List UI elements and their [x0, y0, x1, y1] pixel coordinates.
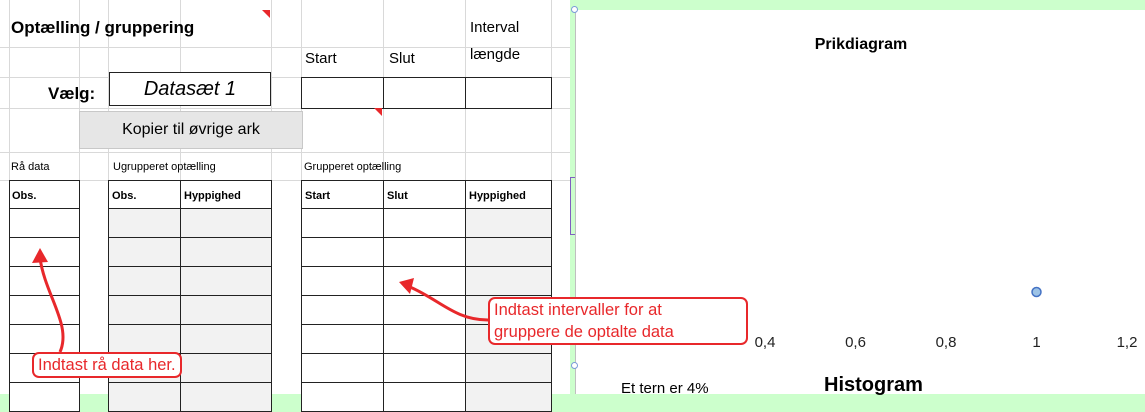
- arrow-head: [399, 278, 414, 294]
- callout-intervals: Indtast intervaller for at gruppere de o…: [488, 297, 748, 345]
- arrow-intervals: [409, 285, 489, 322]
- callout-intervals-line1: Indtast intervaller for at: [494, 301, 662, 319]
- arrow-head: [32, 248, 48, 263]
- arrow-raw-data: [38, 257, 65, 353]
- callout-raw-data: Indtast rå data her.: [32, 352, 182, 378]
- callout-intervals-line2: gruppere de optalte data: [494, 323, 674, 341]
